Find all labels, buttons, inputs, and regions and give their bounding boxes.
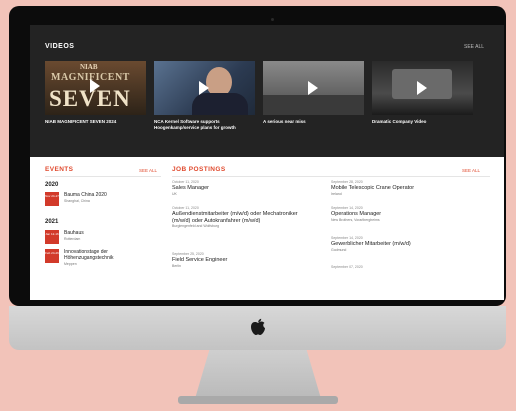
- event-item[interactable]: Jan 12-16 Bauhaus Rotterdam: [45, 230, 155, 246]
- content-section: EVENTS SEE ALL 2020 Nov 24-27 Bauma Chin…: [30, 157, 504, 300]
- event-date-badge: Nov 24-27: [45, 192, 59, 206]
- ground: [263, 95, 364, 115]
- video-caption[interactable]: NIAB MAGNIFICENT SEVEN 2024: [45, 119, 146, 125]
- videos-see-all-link[interactable]: SEE ALL: [464, 44, 484, 50]
- video-card[interactable]: Dramatic Company Video: [372, 61, 473, 125]
- event-name[interactable]: Innovationstage der Höhenzugangstechnik: [64, 249, 156, 261]
- divider: [45, 176, 161, 177]
- job-item[interactable]: October 11, 2020 Außendienstmitarbeiter …: [172, 206, 312, 229]
- event-location: Rotterdam: [64, 237, 81, 241]
- event-name[interactable]: Bauma China 2020: [64, 192, 156, 198]
- video-caption[interactable]: NCA Kernel Software supports Hoogenkamp/…: [154, 119, 255, 131]
- thumbnail-text: NIAB: [80, 63, 98, 71]
- event-item[interactable]: Nov 24-27 Bauma China 2020 Shanghai, Chi…: [45, 192, 155, 208]
- videos-title: VIDEOS: [45, 43, 75, 50]
- video-thumbnail[interactable]: NIAB MAGNIFICENT SEVEN: [45, 61, 146, 115]
- job-item[interactable]: October 11, 2020 Sales Manager UK: [172, 180, 312, 197]
- website-screen: VIDEOS SEE ALL NIAB MAGNIFICENT SEVEN NI…: [30, 25, 504, 300]
- job-item[interactable]: September 28, 2020 Mobile Telescopic Cra…: [331, 180, 471, 197]
- event-year: 2020: [45, 182, 59, 188]
- camera-icon: [271, 18, 274, 21]
- video-caption[interactable]: Dramatic Company Video: [372, 119, 473, 125]
- video-card[interactable]: A serious near miss: [263, 61, 364, 125]
- event-location: Meppen: [64, 262, 77, 266]
- imac-stand-base: [178, 396, 338, 404]
- video-card[interactable]: NCA Kernel Software supports Hoogenkamp/…: [154, 61, 255, 131]
- job-location: Burglengenfeld and Wolfsburg: [172, 224, 220, 228]
- video-thumbnail[interactable]: [154, 61, 255, 115]
- person-suit: [192, 93, 248, 115]
- divider: [172, 176, 490, 177]
- events-title: EVENTS: [45, 166, 74, 173]
- job-location: Berlin: [172, 263, 181, 268]
- video-caption[interactable]: A serious near miss: [263, 119, 364, 125]
- video-thumbnail[interactable]: [263, 61, 364, 115]
- job-location: UK: [172, 191, 177, 196]
- apple-logo-icon: [251, 318, 265, 335]
- event-location: Shanghai, China: [64, 199, 90, 203]
- event-name[interactable]: Bauhaus: [64, 230, 156, 236]
- video-thumbnail[interactable]: [372, 61, 473, 115]
- event-date-badge: Feb 24-26: [45, 249, 59, 263]
- video-card[interactable]: NIAB MAGNIFICENT SEVEN NIAB MAGNIFICENT …: [45, 61, 146, 125]
- job-postings-see-all-link[interactable]: SEE ALL: [462, 168, 480, 173]
- event-year: 2021: [45, 219, 59, 225]
- job-date: September 07, 2020: [331, 265, 363, 269]
- videos-section: VIDEOS SEE ALL NIAB MAGNIFICENT SEVEN NI…: [30, 25, 504, 157]
- job-location: New Brothers, Vorarlbergheims: [331, 217, 380, 222]
- job-location: Ireland: [331, 191, 342, 196]
- job-location: Godmund: [331, 247, 347, 252]
- play-icon[interactable]: [90, 79, 100, 93]
- job-title[interactable]: Außendienstmitarbeiter (m/w/d) oder Mech…: [172, 211, 312, 224]
- play-icon[interactable]: [417, 81, 427, 95]
- imac-bezel: VIDEOS SEE ALL NIAB MAGNIFICENT SEVEN NI…: [9, 6, 506, 306]
- job-item[interactable]: September 14, 2020 Operations Manager Ne…: [331, 206, 471, 223]
- event-item[interactable]: Feb 24-26 Innovationstage der Höhenzugan…: [45, 249, 155, 271]
- play-icon[interactable]: [308, 81, 318, 95]
- events-see-all-link[interactable]: SEE ALL: [139, 168, 157, 173]
- job-postings-title: JOB POSTINGS: [172, 166, 226, 173]
- event-date-badge: Jan 12-16: [45, 230, 59, 244]
- imac-stand: [194, 350, 322, 402]
- job-item[interactable]: September 14, 2020 Gewerblicher Mitarbei…: [331, 236, 471, 253]
- play-icon[interactable]: [199, 81, 209, 95]
- job-item[interactable]: September 25, 2020 Field Service Enginee…: [172, 252, 312, 269]
- job-item[interactable]: September 07, 2020: [331, 265, 471, 270]
